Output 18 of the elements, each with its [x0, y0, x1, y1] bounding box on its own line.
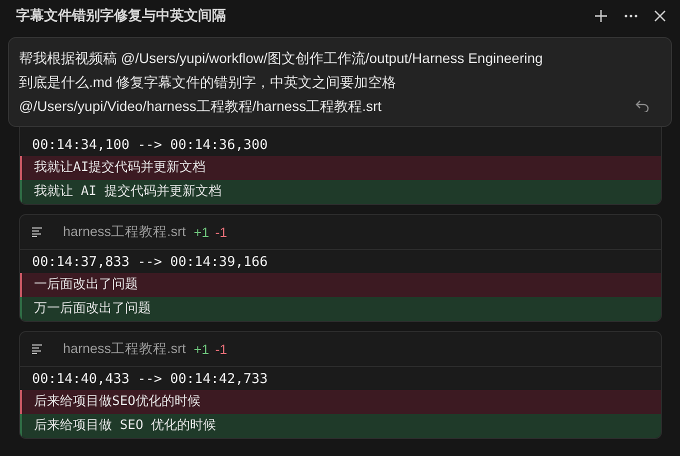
timestamp: 00:14:34,100 --> 00:14:36,300 — [31, 136, 269, 155]
close-icon[interactable] — [654, 10, 666, 22]
window-title: 字幕文件错别字修复与中英文间隔 — [16, 7, 226, 25]
undo-icon[interactable] — [635, 100, 649, 112]
file-name[interactable]: harness工程教程.srt — [63, 340, 186, 358]
removed-count: -1 — [215, 224, 228, 240]
file-name[interactable]: harness工程教程.srt — [63, 223, 186, 241]
timestamp: 00:14:37,833 --> 00:14:39,166 — [31, 253, 269, 272]
more-icon[interactable] — [624, 14, 638, 18]
timestamp: 00:14:40,433 --> 00:14:42,733 — [31, 370, 269, 389]
prompt-text: 帮我根据视频稿 @/Users/yupi/workflow/图文创作工作流/output/Harness Engineering 到底是什么.md 修复字幕文件的错别字，中英文之间要加空格 @/Users/yupi/Video/harness工程教程/harness工程教程.srt — [19, 49, 544, 116]
add-icon[interactable] — [594, 9, 608, 23]
added-count: +1 — [194, 342, 210, 356]
file-lines-icon — [32, 227, 43, 237]
file-lines-icon — [32, 344, 43, 354]
prompt-box[interactable]: 帮我根据视频稿 @/Users/yupi/workflow/图文创作工作流/output/Harness Engineering 到底是什么.md 修复字幕文件的错别字，中英文之间要加空格 @/Users/yupi/Video/harness工程教程/harness工程教程.srt — [8, 37, 672, 127]
added-count: +1 — [194, 224, 210, 240]
removed-count: -1 — [215, 342, 228, 356]
